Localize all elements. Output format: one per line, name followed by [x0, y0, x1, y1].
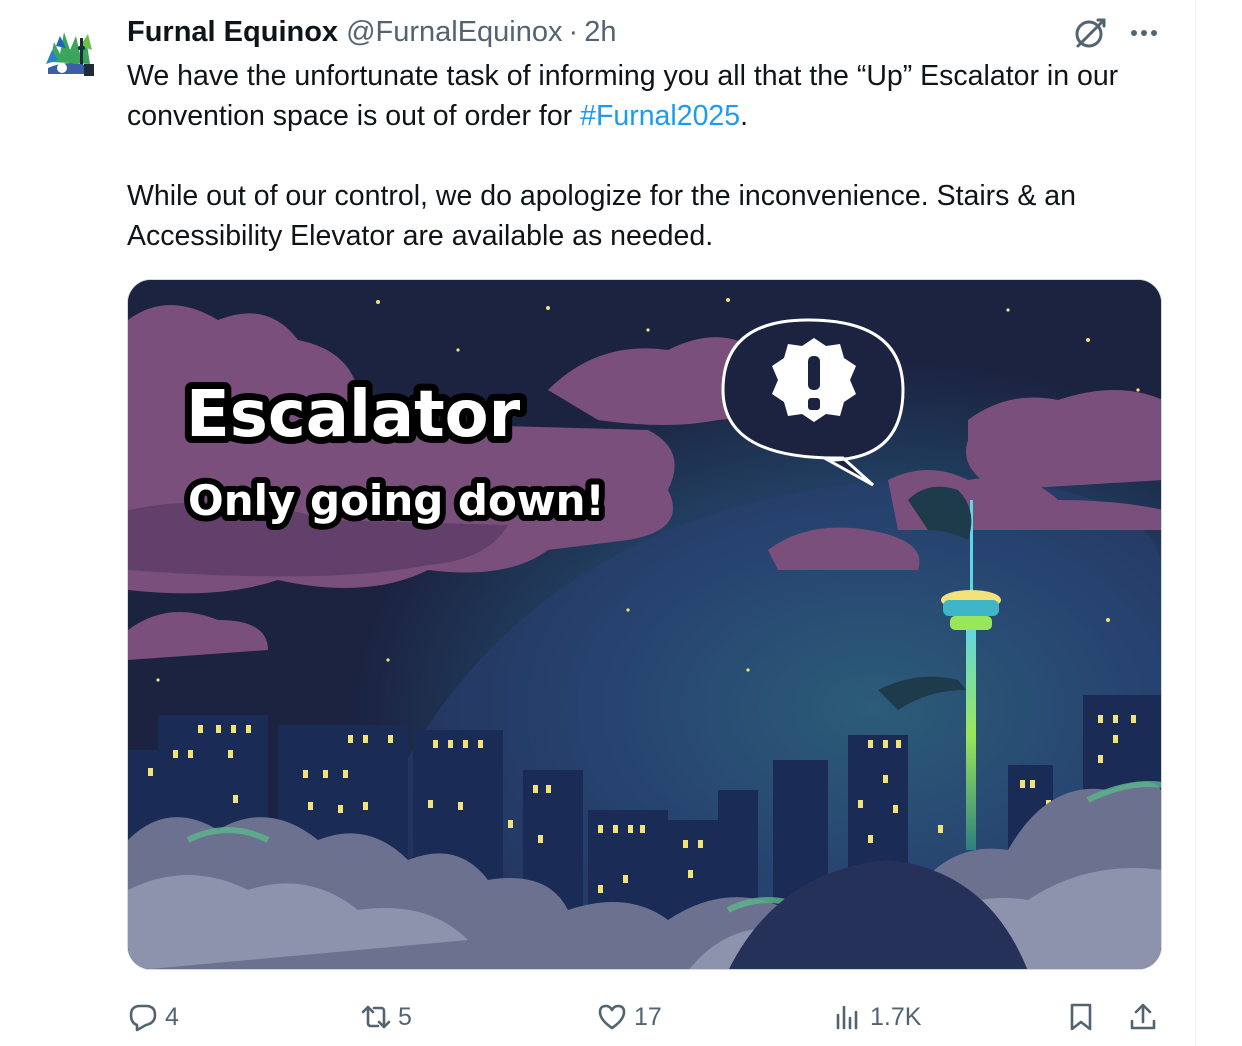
media-subheadline: Only going down! [188, 476, 605, 525]
repost-count: 5 [398, 1002, 412, 1031]
repost-button[interactable]: 5 [360, 996, 412, 1038]
media-headline: Escalator [186, 378, 521, 452]
separator-dot: · [568, 15, 579, 48]
like-icon [598, 1004, 626, 1030]
share-icon [1130, 1003, 1156, 1030]
grok-icon[interactable] [1072, 15, 1108, 51]
tweet-text: We have the unfortunate task of informin… [127, 56, 1172, 256]
bookmark-icon [1070, 1003, 1092, 1031]
retweet-icon [361, 1005, 391, 1029]
like-count: 17 [634, 1002, 662, 1031]
hashtag-link[interactable]: #Furnal2025 [580, 100, 740, 132]
share-button[interactable] [1127, 996, 1159, 1038]
timestamp[interactable]: 2h [584, 16, 616, 49]
tweet-text-part: . [740, 100, 749, 132]
reply-button[interactable]: 4 [127, 996, 179, 1038]
reply-count: 4 [165, 1002, 179, 1031]
user-handle[interactable]: @FurnalEquinox [346, 16, 562, 49]
tweet-paragraph-1: We have the unfortunate task of informin… [127, 56, 1172, 136]
media-image[interactable]: Escalator Only going down! [127, 279, 1162, 970]
bookmark-button[interactable] [1065, 996, 1097, 1038]
display-name[interactable]: Furnal Equinox [127, 16, 338, 49]
reply-icon [129, 1004, 157, 1032]
views-count: 1.7K [870, 1002, 922, 1031]
tweet-header: Furnal Equinox @FurnalEquinox · 2h [127, 14, 616, 50]
views-button[interactable]: 1.7K [832, 996, 921, 1038]
views-icon [836, 1005, 858, 1030]
like-button[interactable]: 17 [596, 996, 662, 1038]
more-icon[interactable] [1124, 15, 1164, 51]
tweet-paragraph-2: While out of our control, we do apologiz… [127, 180, 1076, 252]
avatar-logo [46, 32, 94, 76]
action-bar: 4 5 17 1.7K [127, 996, 1167, 1038]
avatar[interactable] [40, 24, 100, 84]
timeline-divider [1195, 0, 1196, 1046]
